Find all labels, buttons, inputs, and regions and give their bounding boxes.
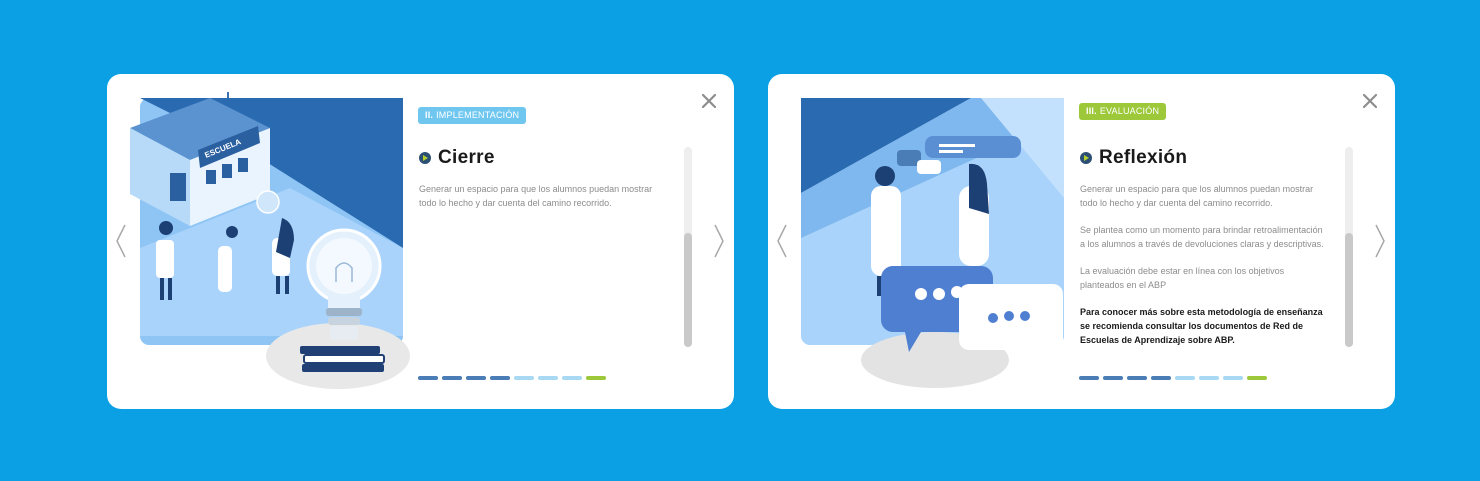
progress-step[interactable]	[442, 376, 462, 380]
slide-card-reflexion: III. EVALUACIÓN Reflexión Generar un espa…	[768, 74, 1395, 409]
progress-step[interactable]	[1223, 376, 1243, 380]
discussion-illustration	[801, 98, 1064, 394]
slide-title: Cierre	[438, 147, 495, 168]
phase-label: IMPLEMENTACIÓN	[436, 110, 520, 120]
slide-heading: Reflexión	[1080, 147, 1187, 169]
arrow-circle-icon	[419, 152, 431, 164]
close-icon	[1362, 93, 1378, 109]
previous-button[interactable]	[776, 224, 788, 258]
progress-step[interactable]	[1175, 376, 1195, 380]
school-illustration: ESCUELA	[130, 92, 410, 394]
progress-step[interactable]	[1199, 376, 1219, 380]
close-button[interactable]	[700, 92, 718, 110]
slide-body: Generar un espacio para que los alumnos …	[1080, 182, 1330, 360]
scrollbar[interactable]	[684, 147, 692, 347]
phase-badge: II. IMPLEMENTACIÓN	[418, 107, 527, 124]
body-paragraph: Generar un espacio para que los alumnos …	[1080, 184, 1314, 208]
progress-step[interactable]	[490, 376, 510, 380]
phase-label: EVALUACIÓN	[1099, 106, 1160, 116]
slide-title: Reflexión	[1099, 147, 1188, 168]
progress-step[interactable]	[1079, 376, 1099, 380]
next-button[interactable]	[713, 224, 725, 258]
next-button[interactable]	[1374, 224, 1386, 258]
progress-indicator	[1079, 376, 1267, 380]
chevron-left-icon	[116, 224, 126, 258]
close-icon	[701, 93, 717, 109]
close-button[interactable]	[1361, 92, 1379, 110]
progress-step[interactable]	[514, 376, 534, 380]
phase-badge: III. EVALUACIÓN	[1079, 103, 1167, 120]
body-paragraph: La evaluación debe estar en línea con lo…	[1080, 266, 1285, 290]
phase-number: III.	[1086, 106, 1097, 116]
progress-step[interactable]	[1151, 376, 1171, 380]
phase-number: II.	[425, 110, 434, 120]
chevron-left-icon	[777, 224, 787, 258]
scrollbar[interactable]	[1345, 147, 1353, 347]
slide-heading: Cierre	[419, 147, 495, 169]
chevron-right-icon	[1375, 224, 1385, 258]
progress-step[interactable]	[538, 376, 558, 380]
progress-step[interactable]	[418, 376, 438, 380]
progress-step[interactable]	[1127, 376, 1147, 380]
body-paragraph: Se plantea como un momento para brindar …	[1080, 225, 1324, 249]
chevron-right-icon	[714, 224, 724, 258]
progress-indicator	[418, 376, 606, 380]
scrollbar-thumb[interactable]	[1345, 233, 1353, 347]
progress-step[interactable]	[586, 376, 606, 380]
body-note: Para conocer más sobre esta metodología …	[1080, 307, 1323, 345]
progress-step[interactable]	[1247, 376, 1267, 380]
body-paragraph: Generar un espacio para que los alumnos …	[419, 184, 653, 208]
arrow-circle-icon	[1080, 152, 1092, 164]
progress-step[interactable]	[466, 376, 486, 380]
progress-step[interactable]	[1103, 376, 1123, 380]
slide-body: Generar un espacio para que los alumnos …	[419, 182, 669, 223]
scrollbar-thumb[interactable]	[684, 233, 692, 347]
slide-card-cierre: ESCUELA II. IMPLEMENTACIÓN Cierre Genera…	[107, 74, 734, 409]
previous-button[interactable]	[115, 224, 127, 258]
progress-step[interactable]	[562, 376, 582, 380]
